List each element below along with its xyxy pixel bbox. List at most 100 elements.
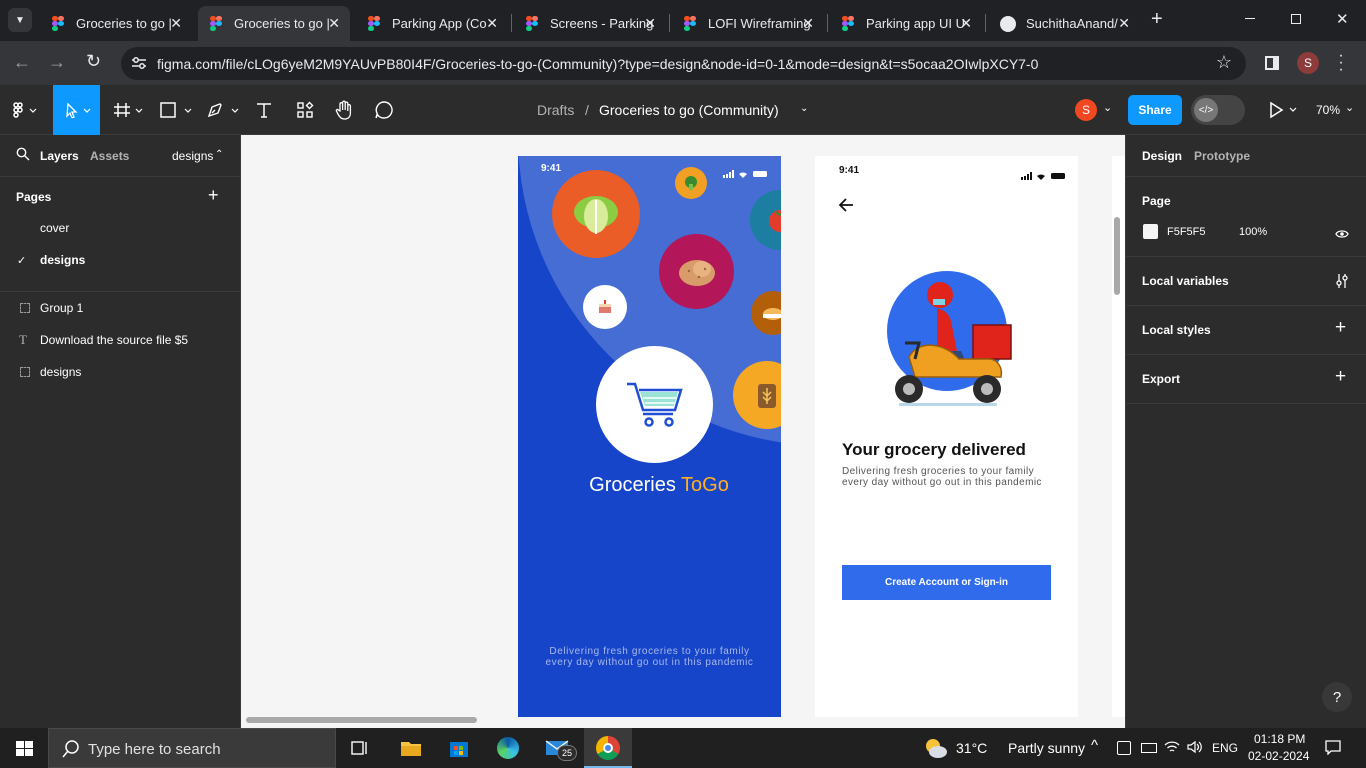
browser-tab[interactable]: Screens - Parking ✕ bbox=[514, 6, 666, 41]
page-item-designs[interactable]: ✓ designs bbox=[0, 244, 240, 276]
design-canvas[interactable]: 9:41 Groceries ToGo Delivering fresh gro… bbox=[241, 135, 1125, 728]
add-page-icon[interactable]: + bbox=[208, 185, 219, 206]
bookmark-star-icon[interactable]: ☆ bbox=[1216, 52, 1232, 73]
taskbar-search-box[interactable]: Type here to search bbox=[48, 728, 336, 768]
zoom-level[interactable]: 70% bbox=[1316, 103, 1340, 117]
comment-tool-button[interactable] bbox=[370, 85, 398, 135]
page-opacity-value[interactable]: 100% bbox=[1239, 226, 1267, 238]
wifi-icon[interactable] bbox=[1164, 740, 1180, 754]
pen-tool-button[interactable] bbox=[205, 85, 241, 135]
restore-icon[interactable] bbox=[1291, 14, 1301, 24]
horizontal-scrollbar[interactable] bbox=[246, 717, 477, 723]
new-tab-icon[interactable]: + bbox=[1151, 8, 1163, 31]
browser-tab[interactable]: LOFI Wireframing ✕ bbox=[672, 6, 824, 41]
layer-item-group-1[interactable]: Group 1 bbox=[0, 292, 240, 324]
shape-tool-button[interactable] bbox=[158, 85, 194, 135]
browser-tab[interactable]: Parking App (Co ✕ bbox=[356, 6, 508, 41]
page-label: designs bbox=[40, 253, 86, 267]
windows-start-icon[interactable] bbox=[16, 741, 33, 756]
tab-prototype[interactable]: Prototype bbox=[1194, 149, 1250, 163]
tab-design[interactable]: Design bbox=[1142, 149, 1182, 163]
variables-settings-icon[interactable] bbox=[1335, 273, 1349, 289]
close-tab-icon[interactable]: ✕ bbox=[960, 15, 972, 32]
breadcrumb-drafts[interactable]: Drafts bbox=[537, 102, 574, 118]
clock-date[interactable]: 02-02-2024 bbox=[1248, 749, 1309, 763]
chevron-down-icon[interactable]: ⌄ bbox=[800, 103, 808, 114]
browser-menu-icon[interactable]: · · · bbox=[1338, 48, 1344, 78]
clock-time[interactable]: 01:18 PM bbox=[1254, 732, 1305, 746]
weather-description[interactable]: Partly sunny bbox=[1008, 740, 1085, 756]
profile-avatar[interactable]: S bbox=[1297, 52, 1319, 74]
page-color-swatch[interactable] bbox=[1143, 224, 1158, 239]
close-tab-icon[interactable]: ✕ bbox=[1118, 15, 1130, 32]
minimize-icon[interactable] bbox=[1245, 18, 1255, 19]
local-styles-section[interactable]: Local styles + bbox=[1126, 306, 1366, 355]
forward-icon[interactable]: → bbox=[48, 52, 66, 73]
tab-assets[interactable]: Assets bbox=[90, 149, 129, 163]
battery-icon[interactable] bbox=[1141, 743, 1157, 753]
microsoft-store-icon[interactable] bbox=[449, 738, 469, 758]
page-dropdown[interactable]: designs bbox=[172, 149, 213, 163]
chevron-up-icon[interactable]: ^ bbox=[1091, 737, 1098, 754]
move-tool-button[interactable] bbox=[53, 85, 100, 135]
close-tab-icon[interactable]: ✕ bbox=[170, 15, 182, 32]
file-explorer-icon[interactable] bbox=[400, 738, 422, 758]
tab-search-button[interactable]: ▼ bbox=[8, 8, 32, 32]
side-panel-icon[interactable] bbox=[1265, 56, 1279, 70]
chevron-down-icon[interactable]: ⌄ bbox=[1103, 101, 1112, 114]
vertical-scrollbar[interactable] bbox=[1114, 217, 1120, 295]
frame-tool-button[interactable] bbox=[110, 85, 146, 135]
text-tool-button[interactable] bbox=[250, 85, 278, 135]
local-variables-section[interactable]: Local variables bbox=[1126, 257, 1366, 306]
browser-tab-active[interactable]: Groceries to go | ✕ bbox=[198, 6, 350, 41]
chevron-down-icon[interactable]: ⌄ bbox=[1345, 101, 1354, 114]
task-view-icon[interactable] bbox=[351, 739, 369, 757]
onboarding-screen-frame[interactable]: 9:41 Your grocery delivered Delivering f… bbox=[815, 156, 1078, 717]
chevron-up-icon[interactable]: ⌃ bbox=[215, 149, 223, 160]
close-window-icon[interactable]: ✕ bbox=[1336, 10, 1349, 28]
create-account-button[interactable]: Create Account or Sign-in bbox=[842, 565, 1051, 600]
file-name[interactable]: Groceries to go (Community) bbox=[599, 102, 779, 118]
meet-now-icon[interactable] bbox=[1117, 741, 1131, 755]
collaborator-avatar[interactable]: S bbox=[1075, 99, 1097, 121]
lettuce-circle-icon bbox=[552, 170, 640, 258]
page-item-cover[interactable]: cover bbox=[0, 212, 240, 244]
layer-item-designs[interactable]: designs bbox=[0, 356, 240, 388]
main-menu-button[interactable] bbox=[4, 85, 44, 135]
mail-icon[interactable]: 25 bbox=[545, 740, 577, 762]
back-arrow-icon[interactable] bbox=[838, 198, 855, 212]
close-tab-icon[interactable]: ✕ bbox=[644, 15, 656, 32]
omnibox[interactable]: figma.com/file/cLOg6yeM2M9YAUvPB80I4F/Gr… bbox=[121, 47, 1246, 80]
page-color-value[interactable]: F5F5F5 bbox=[1167, 226, 1206, 238]
export-section[interactable]: Export + bbox=[1126, 355, 1366, 404]
tab-layers[interactable]: Layers bbox=[40, 149, 79, 163]
dev-mode-toggle[interactable]: </> bbox=[1191, 95, 1245, 125]
layer-item-download-text[interactable]: T Download the source file $5 bbox=[0, 324, 240, 356]
edge-browser-icon[interactable] bbox=[497, 737, 519, 759]
present-button[interactable] bbox=[1268, 101, 1298, 119]
weather-temperature[interactable]: 31°C bbox=[956, 740, 987, 756]
reload-icon[interactable]: ↻ bbox=[86, 51, 101, 72]
language-indicator[interactable]: ENG bbox=[1212, 741, 1238, 755]
site-settings-icon[interactable] bbox=[131, 56, 147, 70]
search-icon[interactable] bbox=[16, 147, 30, 161]
browser-tab[interactable]: Parking app UI U ✕ bbox=[830, 6, 982, 41]
close-tab-icon[interactable]: ✕ bbox=[328, 15, 340, 32]
resources-tool-button[interactable] bbox=[290, 85, 320, 135]
weather-icon[interactable] bbox=[924, 737, 948, 759]
add-style-icon[interactable]: + bbox=[1335, 317, 1346, 339]
hand-tool-button[interactable] bbox=[330, 85, 358, 135]
browser-tab[interactable]: SuchithaAnand/ ✕ bbox=[988, 6, 1140, 41]
add-export-icon[interactable]: + bbox=[1335, 366, 1346, 388]
splash-screen-frame[interactable]: 9:41 Groceries ToGo Delivering fresh gro… bbox=[518, 156, 781, 717]
notification-center-icon[interactable] bbox=[1325, 740, 1341, 756]
help-button[interactable]: ? bbox=[1322, 682, 1352, 712]
share-button[interactable]: Share bbox=[1128, 95, 1182, 125]
eye-icon[interactable] bbox=[1335, 226, 1349, 238]
browser-tab[interactable]: Groceries to go | ✕ bbox=[40, 6, 192, 41]
volume-icon[interactable] bbox=[1187, 740, 1203, 754]
chrome-icon-active[interactable] bbox=[584, 728, 632, 768]
close-tab-icon[interactable]: ✕ bbox=[802, 15, 814, 32]
close-tab-icon[interactable]: ✕ bbox=[486, 15, 498, 32]
back-icon[interactable]: ← bbox=[13, 52, 31, 73]
